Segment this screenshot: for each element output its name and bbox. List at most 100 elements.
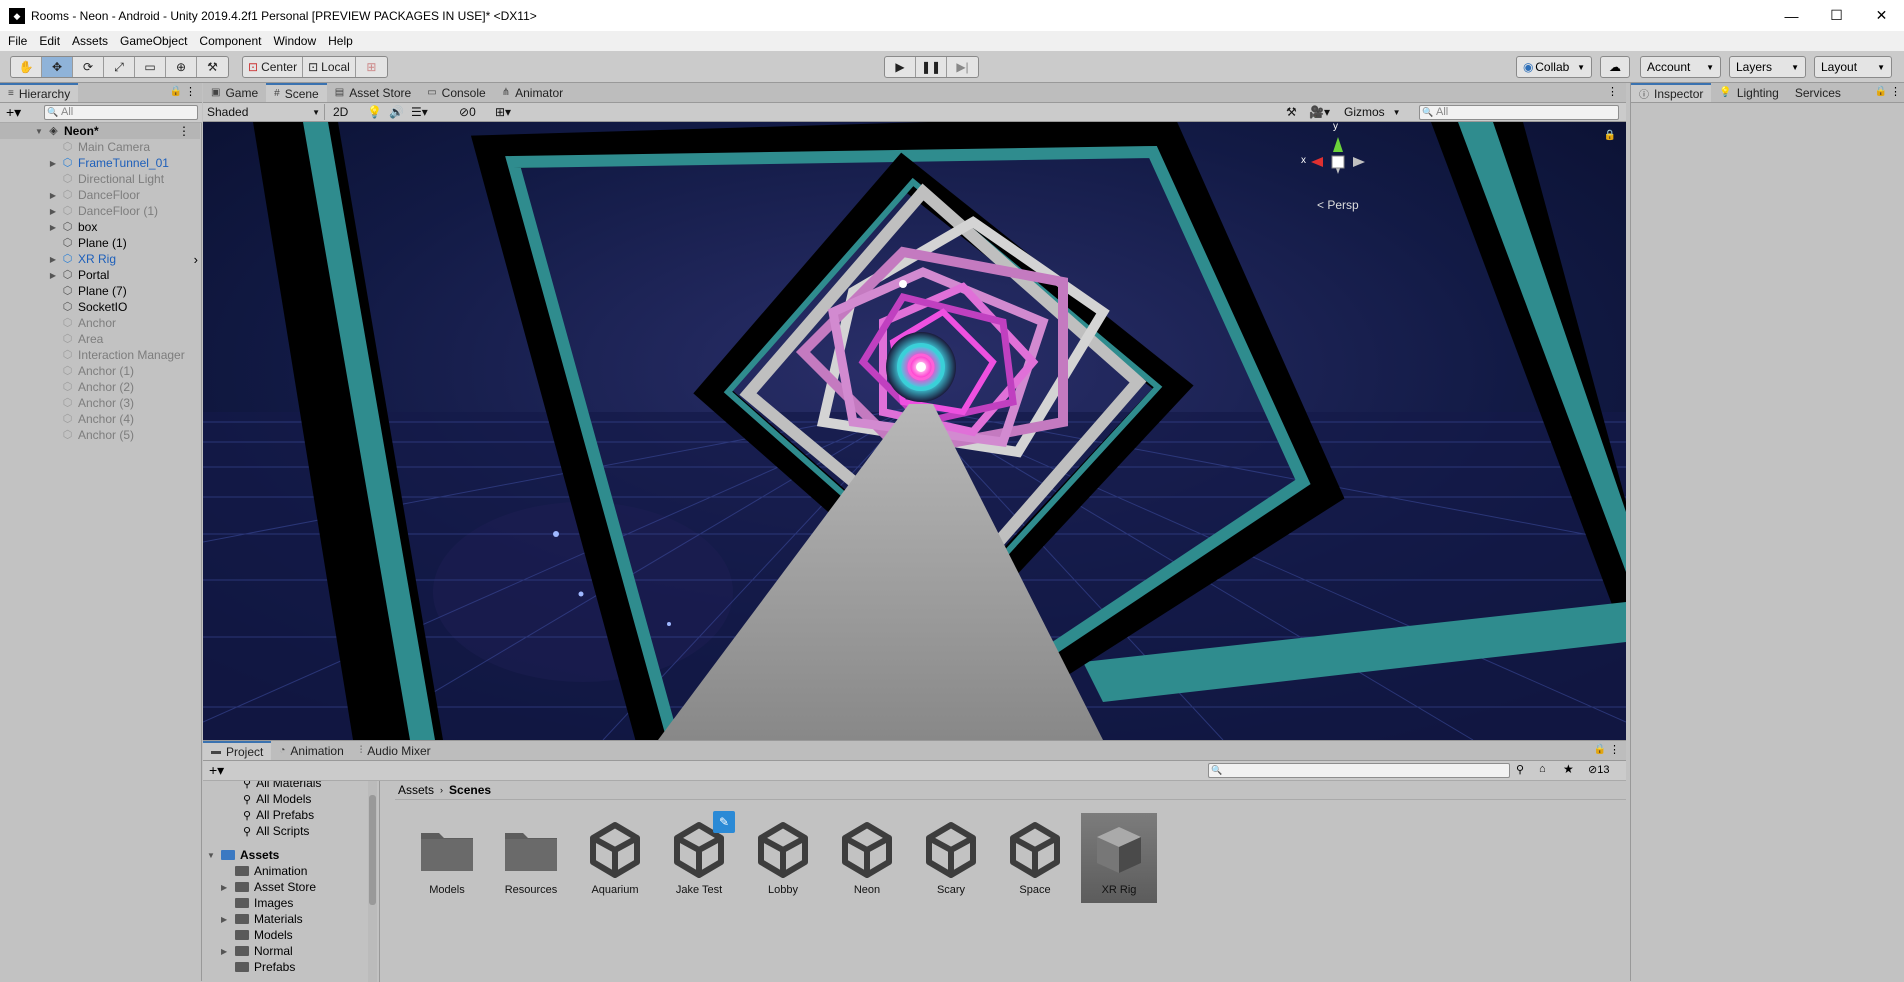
expand-arrow-icon[interactable]: ▶: [221, 915, 233, 924]
viewport-lock-icon[interactable]: 🔒: [1604, 130, 1616, 141]
rotate-tool-icon[interactable]: ⟳: [73, 57, 104, 77]
saved-search-item[interactable]: ⚲ All Models: [203, 791, 311, 807]
orientation-gizmo[interactable]: y x < Persp: [1293, 122, 1383, 217]
create-plus-icon[interactable]: +▾: [6, 104, 21, 121]
lock-icon[interactable]: 🔒: [170, 86, 182, 97]
tab-inspector[interactable]: ⓘ Inspector: [1631, 83, 1712, 102]
tab-console[interactable]: ▭ Console: [419, 83, 493, 102]
grid-snap-icon[interactable]: ⊞▾: [495, 104, 511, 120]
camera-dropdown-icon[interactable]: 🎥▾: [1309, 104, 1330, 120]
inspector-lock-icon[interactable]: 🔒: [1875, 86, 1887, 97]
gizmos-dropdown[interactable]: Gizmos ▼: [1344, 104, 1401, 120]
scale-tool-icon[interactable]: ⤢: [104, 57, 135, 77]
menu-gameobject[interactable]: GameObject: [114, 34, 193, 48]
tab-asset-store[interactable]: ▤ Asset Store: [327, 83, 419, 102]
account-dropdown[interactable]: Account ▼: [1640, 56, 1721, 78]
breadcrumb-scenes[interactable]: Scenes: [449, 783, 491, 797]
minimize-button[interactable]: —: [1769, 0, 1814, 31]
hierarchy-item[interactable]: ⬡ Main Camera: [0, 139, 200, 155]
folder-tree-item[interactable]: ▶ Materials: [203, 911, 303, 927]
folder-tree-item[interactable]: Prefabs: [203, 959, 295, 975]
tab-services[interactable]: Services: [1787, 83, 1849, 102]
effects-toggle-icon[interactable]: ☰▾: [411, 104, 428, 120]
tab-animator[interactable]: ⋔ Animator: [494, 83, 571, 102]
project-lock-icon[interactable]: 🔒: [1594, 744, 1606, 755]
search-by-type-icon[interactable]: ⚲: [1516, 763, 1524, 776]
tab-hierarchy[interactable]: ≡ Hierarchy: [0, 83, 79, 102]
hierarchy-item[interactable]: ⬡ SocketIO: [0, 299, 200, 315]
asset-item[interactable]: Scary: [913, 813, 989, 903]
hierarchy-item[interactable]: ⬡ Directional Light: [0, 171, 200, 187]
saved-search-item[interactable]: ⚲ All Prefabs: [203, 807, 314, 823]
folder-tree-item[interactable]: Models: [203, 927, 293, 943]
tab-project[interactable]: ▬ Project: [203, 741, 272, 760]
search-by-label-icon[interactable]: ⌂: [1539, 763, 1546, 775]
folder-tree-item[interactable]: ▼ Assets: [203, 847, 279, 863]
kebab-menu-icon[interactable]: ⋮: [185, 85, 196, 98]
move-tool-icon[interactable]: ✥: [42, 57, 73, 77]
tab-game[interactable]: ▣ Game: [203, 83, 266, 102]
hidden-objects-toggle[interactable]: ⊘ 0: [459, 104, 476, 120]
scene-root-row[interactable]: ▼ ◈ Neon* ⋮: [0, 123, 200, 139]
asset-item[interactable]: Lobby: [745, 813, 821, 903]
expand-arrow-icon[interactable]: ▶: [221, 947, 233, 956]
breadcrumb-assets[interactable]: Assets: [398, 783, 434, 797]
hierarchy-item[interactable]: ⬡ Anchor (5): [0, 427, 200, 443]
hidden-packages-toggle[interactable]: ⊘13: [1588, 763, 1609, 776]
menu-help[interactable]: Help: [322, 34, 359, 48]
hierarchy-item[interactable]: ▶ ⬡ Portal: [0, 267, 200, 283]
menu-edit[interactable]: Edit: [33, 34, 66, 48]
tab-audio-mixer[interactable]: ⫶ Audio Mixer: [352, 741, 439, 760]
create-asset-plus-icon[interactable]: +▾: [209, 762, 224, 779]
hierarchy-item[interactable]: ⬡ Anchor (3): [0, 395, 200, 411]
folder-tree-item[interactable]: ▶ Normal: [203, 943, 293, 959]
scene-kebab-icon[interactable]: ⋮: [1607, 85, 1618, 98]
hierarchy-item[interactable]: ⬡ Plane (7): [0, 283, 200, 299]
play-button[interactable]: ▶: [885, 57, 916, 77]
step-button[interactable]: ▶|: [947, 57, 978, 77]
tree-scrollbar[interactable]: [368, 781, 377, 982]
hierarchy-item[interactable]: ⬡ Area: [0, 331, 200, 347]
scene-search-input[interactable]: All: [1419, 105, 1619, 120]
asset-item[interactable]: Aquarium: [577, 813, 653, 903]
menu-file[interactable]: File: [2, 34, 33, 48]
hierarchy-search-input[interactable]: All: [44, 105, 198, 120]
expand-arrow-icon[interactable]: ▶: [221, 883, 233, 892]
hierarchy-item[interactable]: ▶ ⬡ box: [0, 219, 200, 235]
expand-arrow-icon[interactable]: ▶: [48, 207, 58, 216]
expand-arrow-icon[interactable]: ▶: [48, 191, 58, 200]
hierarchy-item[interactable]: ⬡ Anchor (2): [0, 379, 200, 395]
expand-arrow-icon[interactable]: ▶: [48, 255, 58, 264]
expand-arrow-icon[interactable]: ▶: [48, 271, 58, 280]
menu-assets[interactable]: Assets: [66, 34, 114, 48]
saved-search-item[interactable]: ⚲ All Scripts: [203, 823, 309, 839]
hierarchy-item[interactable]: ⬡ Anchor: [0, 315, 200, 331]
collab-dropdown[interactable]: ◉ Collab ▼: [1516, 56, 1592, 78]
hierarchy-item[interactable]: ▶ ⬡ DanceFloor (1): [0, 203, 200, 219]
transform-tool-icon[interactable]: ⊕: [166, 57, 197, 77]
tab-lighting[interactable]: 💡 Lighting: [1711, 83, 1787, 102]
folder-tree-item[interactable]: Animation: [203, 863, 307, 879]
expand-arrow-icon[interactable]: ▶: [48, 223, 58, 232]
hierarchy-item[interactable]: ⬡ Anchor (1): [0, 363, 200, 379]
project-search-input[interactable]: [1208, 763, 1510, 778]
rect-tool-icon[interactable]: ▭: [135, 57, 166, 77]
tab-animation[interactable]: ◔ Animation: [271, 741, 351, 760]
hierarchy-item[interactable]: ⬡ Plane (1): [0, 235, 200, 251]
mode-2d-toggle[interactable]: 2D: [333, 104, 348, 120]
asset-item[interactable]: Space: [997, 813, 1073, 903]
tab-scene[interactable]: # Scene: [266, 83, 327, 102]
project-kebab-icon[interactable]: ⋮: [1609, 743, 1620, 756]
pause-button[interactable]: ❚❚: [916, 57, 947, 77]
snap-icon[interactable]: ⊞: [356, 57, 387, 77]
layout-dropdown[interactable]: Layout ▼: [1814, 56, 1892, 78]
expand-arrow-icon[interactable]: ▼: [207, 851, 219, 860]
open-prefab-chevron-icon[interactable]: ›: [194, 252, 198, 267]
lighting-toggle-icon[interactable]: 💡: [367, 104, 382, 120]
asset-item[interactable]: ✎ Jake Test: [661, 811, 737, 903]
shading-dropdown[interactable]: Shaded ▼: [207, 104, 325, 120]
asset-item[interactable]: Models: [409, 813, 485, 903]
asset-item[interactable]: Resources: [493, 813, 569, 903]
favorite-star-icon[interactable]: ★: [1563, 762, 1574, 776]
pivot-local-button[interactable]: ⊡ Local: [303, 57, 356, 77]
